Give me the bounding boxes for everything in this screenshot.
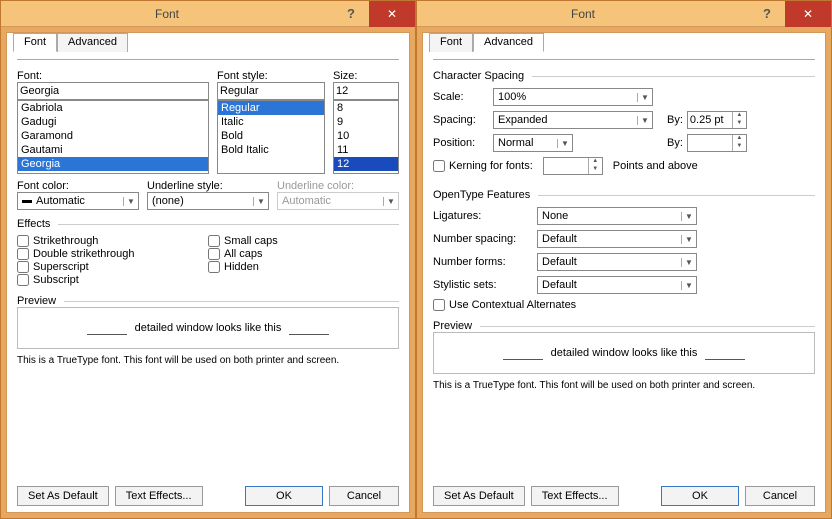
stylistic-sets-label: Stylistic sets: [433, 279, 533, 291]
close-button[interactable]: ✕ [369, 1, 415, 27]
underline-style-dropdown[interactable]: (none)▼ [147, 192, 269, 210]
opentype-legend: OpenType Features [433, 189, 530, 201]
ok-button[interactable]: OK [245, 486, 323, 506]
font-style-label: Font style: [217, 70, 325, 82]
font-color-dropdown[interactable]: Automatic▼ [17, 192, 139, 210]
titlebar: Font ? ✕ [1, 1, 415, 27]
number-forms-label: Number forms: [433, 256, 533, 268]
subscript-checkbox[interactable]: Subscript [17, 274, 208, 286]
font-style-list[interactable]: Regular Italic Bold Bold Italic [217, 100, 325, 174]
font-style-input[interactable] [217, 82, 325, 100]
double-strikethrough-checkbox[interactable]: Double strikethrough [17, 248, 208, 260]
font-dialog-font-tab: Font ? ✕ Font Advanced Font: Gabriola Ga… [0, 0, 416, 519]
text-effects-button[interactable]: Text Effects... [531, 486, 619, 506]
spacing-dropdown[interactable]: Expanded▼ [493, 111, 653, 129]
by-label-1: By: [667, 114, 683, 126]
position-by-spinner[interactable]: ▲▼ [687, 134, 747, 152]
color-swatch-icon [22, 200, 32, 203]
preview-text: detailed window looks like this [551, 347, 698, 359]
preview-box: detailed window looks like this [17, 307, 399, 349]
underline-color-dropdown: Automatic▼ [277, 192, 399, 210]
help-button[interactable]: ? [749, 4, 785, 24]
all-caps-checkbox[interactable]: All caps [208, 248, 399, 260]
cancel-button[interactable]: Cancel [329, 486, 399, 506]
tab-advanced[interactable]: Advanced [473, 33, 544, 52]
preview-box: detailed window looks like this [433, 332, 815, 374]
size-input[interactable] [333, 82, 399, 100]
number-spacing-dropdown[interactable]: Default▼ [537, 230, 697, 248]
preview-text: detailed window looks like this [135, 322, 282, 334]
superscript-checkbox[interactable]: Superscript [17, 261, 208, 273]
ok-button[interactable]: OK [661, 486, 739, 506]
titlebar: Font ? ✕ [417, 1, 831, 27]
small-caps-checkbox[interactable]: Small caps [208, 235, 399, 247]
kerning-spinner[interactable]: ▲▼ [543, 157, 603, 175]
ligatures-label: Ligatures: [433, 210, 533, 222]
help-button[interactable]: ? [333, 4, 369, 24]
spacing-label: Spacing: [433, 114, 489, 126]
number-forms-dropdown[interactable]: Default▼ [537, 253, 697, 271]
position-label: Position: [433, 137, 489, 149]
font-label: Font: [17, 70, 209, 82]
hidden-checkbox[interactable]: Hidden [208, 261, 399, 273]
set-default-button[interactable]: Set As Default [17, 486, 109, 506]
font-list[interactable]: Gabriola Gadugi Garamond Gautami Georgia [17, 100, 209, 174]
scale-dropdown[interactable]: 100%▼ [493, 88, 653, 106]
cancel-button[interactable]: Cancel [745, 486, 815, 506]
kerning-checkbox[interactable]: Kerning for fonts: [433, 160, 533, 172]
font-color-label: Font color: [17, 180, 139, 192]
size-label: Size: [333, 70, 399, 82]
effects-legend: Effects [17, 218, 50, 230]
close-button[interactable]: ✕ [785, 1, 831, 27]
number-spacing-label: Number spacing: [433, 233, 533, 245]
window-title: Font [417, 7, 749, 21]
set-default-button[interactable]: Set As Default [433, 486, 525, 506]
tab-advanced[interactable]: Advanced [57, 33, 128, 52]
preview-note: This is a TrueType font. This font will … [433, 380, 815, 391]
size-list[interactable]: 8 9 10 11 12 [333, 100, 399, 174]
underline-color-label: Underline color: [277, 180, 399, 192]
stylistic-sets-dropdown[interactable]: Default▼ [537, 276, 697, 294]
char-spacing-legend: Character Spacing [433, 70, 524, 82]
scale-label: Scale: [433, 91, 489, 103]
preview-legend: Preview [433, 320, 472, 332]
window-title: Font [1, 7, 333, 21]
ligatures-dropdown[interactable]: None▼ [537, 207, 697, 225]
spacing-by-spinner[interactable]: ▲▼ [687, 111, 747, 129]
tab-font[interactable]: Font [13, 33, 57, 52]
contextual-alternates-checkbox[interactable]: Use Contextual Alternates [433, 299, 815, 311]
underline-style-label: Underline style: [147, 180, 269, 192]
font-input[interactable] [17, 82, 209, 100]
preview-note: This is a TrueType font. This font will … [17, 355, 399, 366]
strikethrough-checkbox[interactable]: Strikethrough [17, 235, 208, 247]
kerning-suffix: Points and above [613, 160, 698, 172]
by-label-2: By: [667, 137, 683, 149]
preview-legend: Preview [17, 295, 56, 307]
position-dropdown[interactable]: Normal▼ [493, 134, 573, 152]
font-dialog-advanced-tab: Font ? ✕ Font Advanced Character Spacing… [416, 0, 832, 519]
text-effects-button[interactable]: Text Effects... [115, 486, 203, 506]
tab-font[interactable]: Font [429, 33, 473, 52]
